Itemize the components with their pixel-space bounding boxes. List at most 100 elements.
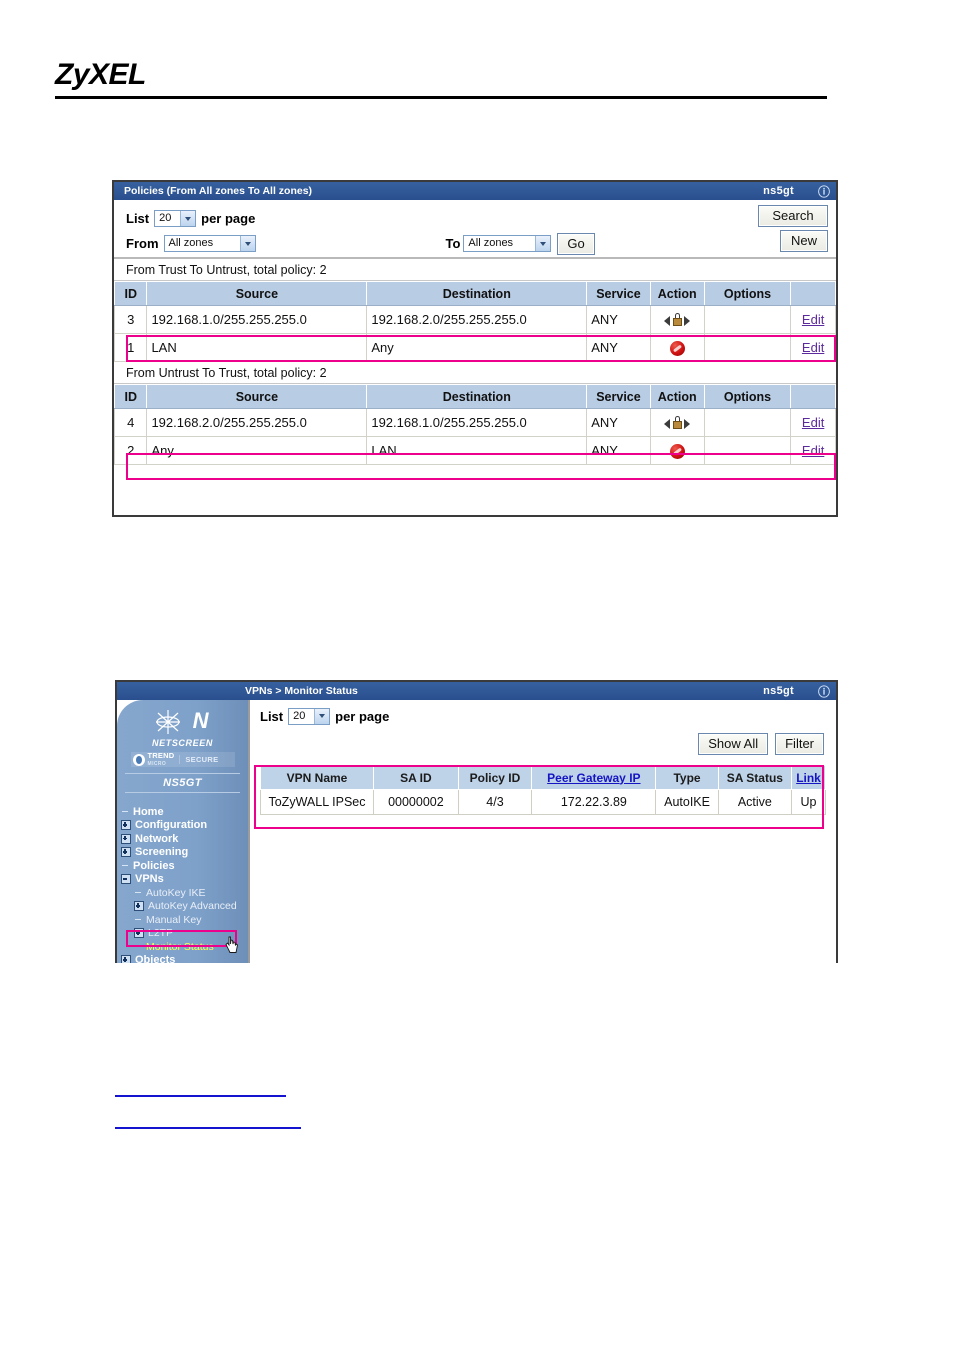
sidebar-item-label: Objects	[135, 954, 176, 963]
policy-destination-cell: 192.168.1.0/255.255.255.0	[366, 408, 588, 437]
to-label: To	[445, 236, 461, 251]
policy-destination-cell: Any	[366, 333, 588, 362]
deny-icon	[669, 340, 685, 356]
expand-icon[interactable]	[121, 847, 131, 858]
edit-link[interactable]: Edit	[802, 443, 824, 458]
vpn-link-cell: Up	[791, 789, 826, 815]
chevron-down-icon	[180, 211, 196, 226]
device-name: ns5gt	[763, 685, 794, 697]
to-zone-value: All zones	[468, 237, 514, 249]
vpn-button-row: Show All Filter	[260, 733, 824, 755]
list-per-page-select[interactable]: 20	[288, 707, 331, 725]
policy-edit-cell: Edit	[790, 333, 836, 362]
search-button[interactable]: Search	[758, 205, 828, 227]
sidebar-item-objects[interactable]: Objects	[120, 954, 248, 963]
show-all-button[interactable]: Show All	[698, 733, 769, 755]
column-header-link[interactable]: Link	[791, 765, 826, 790]
column-header-actions	[790, 281, 836, 306]
column-header-id: ID	[113, 281, 148, 306]
list-per-page-select[interactable]: 20	[154, 210, 197, 227]
policy-edit-cell: Edit	[790, 305, 836, 334]
starburst-icon	[155, 710, 180, 734]
from-to-row: From All zones To All zones Go	[126, 231, 828, 256]
sidebar-item-network[interactable]: Network	[120, 832, 248, 846]
policy-edit-cell: Edit	[790, 436, 836, 465]
vpn-sa-status-cell: Active	[717, 789, 793, 815]
sidebar-item-home[interactable]: Home	[120, 805, 248, 819]
expand-icon[interactable]	[121, 833, 131, 844]
sort-link[interactable]: Link	[796, 771, 821, 785]
policy-action-cell	[649, 305, 705, 334]
vpn-peer-gateway-ip-cell: 172.22.3.89	[531, 789, 657, 815]
netscreen-logo-mark: N	[153, 708, 213, 736]
policy-table: ID Source Destination Service Action Options 3…	[113, 281, 836, 362]
policy-service-cell: ANY	[586, 333, 651, 362]
column-header-action: Action	[649, 281, 705, 306]
column-header-service: Service	[586, 384, 651, 409]
chevron-down-icon	[314, 708, 330, 724]
policy-id-cell: 4	[113, 408, 148, 437]
edit-link[interactable]: Edit	[802, 312, 824, 327]
bullet-icon	[120, 861, 131, 870]
sidebar-item-vpns[interactable]: VPNs	[120, 873, 248, 887]
help-icon[interactable]: ⓘ	[812, 184, 830, 199]
bullet-icon	[133, 888, 144, 897]
trend-sub-label: MICRO	[147, 760, 167, 767]
sidebar-item-policies[interactable]: Policies	[120, 859, 248, 873]
sidebar-item-autokey-advanced[interactable]: AutoKey Advanced	[120, 900, 248, 914]
sidebar-item-configuration[interactable]: Configuration	[120, 819, 248, 833]
column-header-service: Service	[586, 281, 651, 306]
vpn-monitor-window: VPNs > Monitor Status ns5gt ⓘ N NETSCREE…	[115, 680, 838, 963]
sidebar-item-screening[interactable]: Screening	[120, 846, 248, 860]
list-label: List	[126, 211, 150, 226]
new-button[interactable]: New	[780, 230, 828, 252]
policy-source-cell: Any	[146, 436, 368, 465]
policies-toolbar: List 20 per page From All zones To All z…	[114, 200, 836, 259]
sidebar-item-l2tp[interactable]: L2TP	[120, 927, 248, 941]
per-page-label: per page	[201, 211, 256, 226]
sidebar-item-label: AutoKey Advanced	[148, 900, 237, 913]
per-page-label: per page	[335, 708, 390, 724]
policy-options-cell	[703, 333, 792, 362]
policy-options-cell	[703, 305, 792, 334]
policy-sections: From Trust To Untrust, total policy: 2 ID…	[113, 259, 836, 465]
column-header-peer-gateway-ip[interactable]: Peer Gateway IP	[531, 765, 657, 790]
edit-link[interactable]: Edit	[802, 415, 824, 430]
list-per-page-row: List 20 per page	[126, 206, 828, 231]
bottom-link-2[interactable]	[115, 1127, 301, 1129]
edit-link[interactable]: Edit	[802, 340, 824, 355]
sidebar-item-label: Home	[133, 805, 164, 818]
expand-icon[interactable]	[121, 955, 131, 963]
vpn-sidebar: N NETSCREEN TREND MICRO SECURE NS5GT Hom…	[117, 700, 248, 963]
sidebar-item-autokey-ike[interactable]: AutoKey IKE	[120, 886, 248, 900]
sidebar-item-label: Network	[135, 832, 179, 845]
vpn-content: List 20 per page Show All Filter VPN Nam	[248, 700, 836, 963]
vpn-policy-id-cell: 4/3	[457, 789, 533, 815]
expand-icon[interactable]	[134, 928, 144, 939]
to-zone-select[interactable]: All zones	[463, 235, 552, 252]
policy-action-cell	[649, 333, 705, 362]
column-header-actions	[790, 384, 836, 409]
expand-icon[interactable]	[121, 820, 131, 831]
netscreen-logo: N NETSCREEN	[117, 700, 248, 749]
help-icon[interactable]: ⓘ	[812, 684, 830, 699]
column-header-options: Options	[703, 281, 792, 306]
policy-edit-cell: Edit	[790, 408, 836, 437]
sidebar-item-label: L2TP	[148, 927, 174, 940]
bottom-link-1[interactable]	[115, 1095, 286, 1097]
list-label: List	[260, 708, 284, 724]
column-header-type: Type	[655, 765, 719, 790]
policy-source-cell: 192.168.2.0/255.255.255.0	[146, 408, 368, 437]
netscreen-n-glyph: N	[192, 708, 209, 733]
filter-button[interactable]: Filter	[775, 733, 824, 755]
device-model-label: NS5GT	[125, 773, 240, 793]
sidebar-item-manual-key[interactable]: Manual Key	[120, 913, 248, 927]
go-button[interactable]: Go	[557, 232, 595, 255]
collapse-icon[interactable]	[121, 874, 131, 885]
expand-icon[interactable]	[134, 901, 144, 912]
table-row: ToZyWALL IPSec 00000002 4/3 172.22.3.89 Auto…	[260, 789, 826, 815]
sidebar-item-monitor-status[interactable]: Monitor Status	[120, 940, 248, 954]
column-header-source: Source	[146, 281, 368, 306]
from-zone-select[interactable]: All zones	[163, 235, 256, 252]
sort-link[interactable]: Peer Gateway IP	[547, 771, 640, 785]
